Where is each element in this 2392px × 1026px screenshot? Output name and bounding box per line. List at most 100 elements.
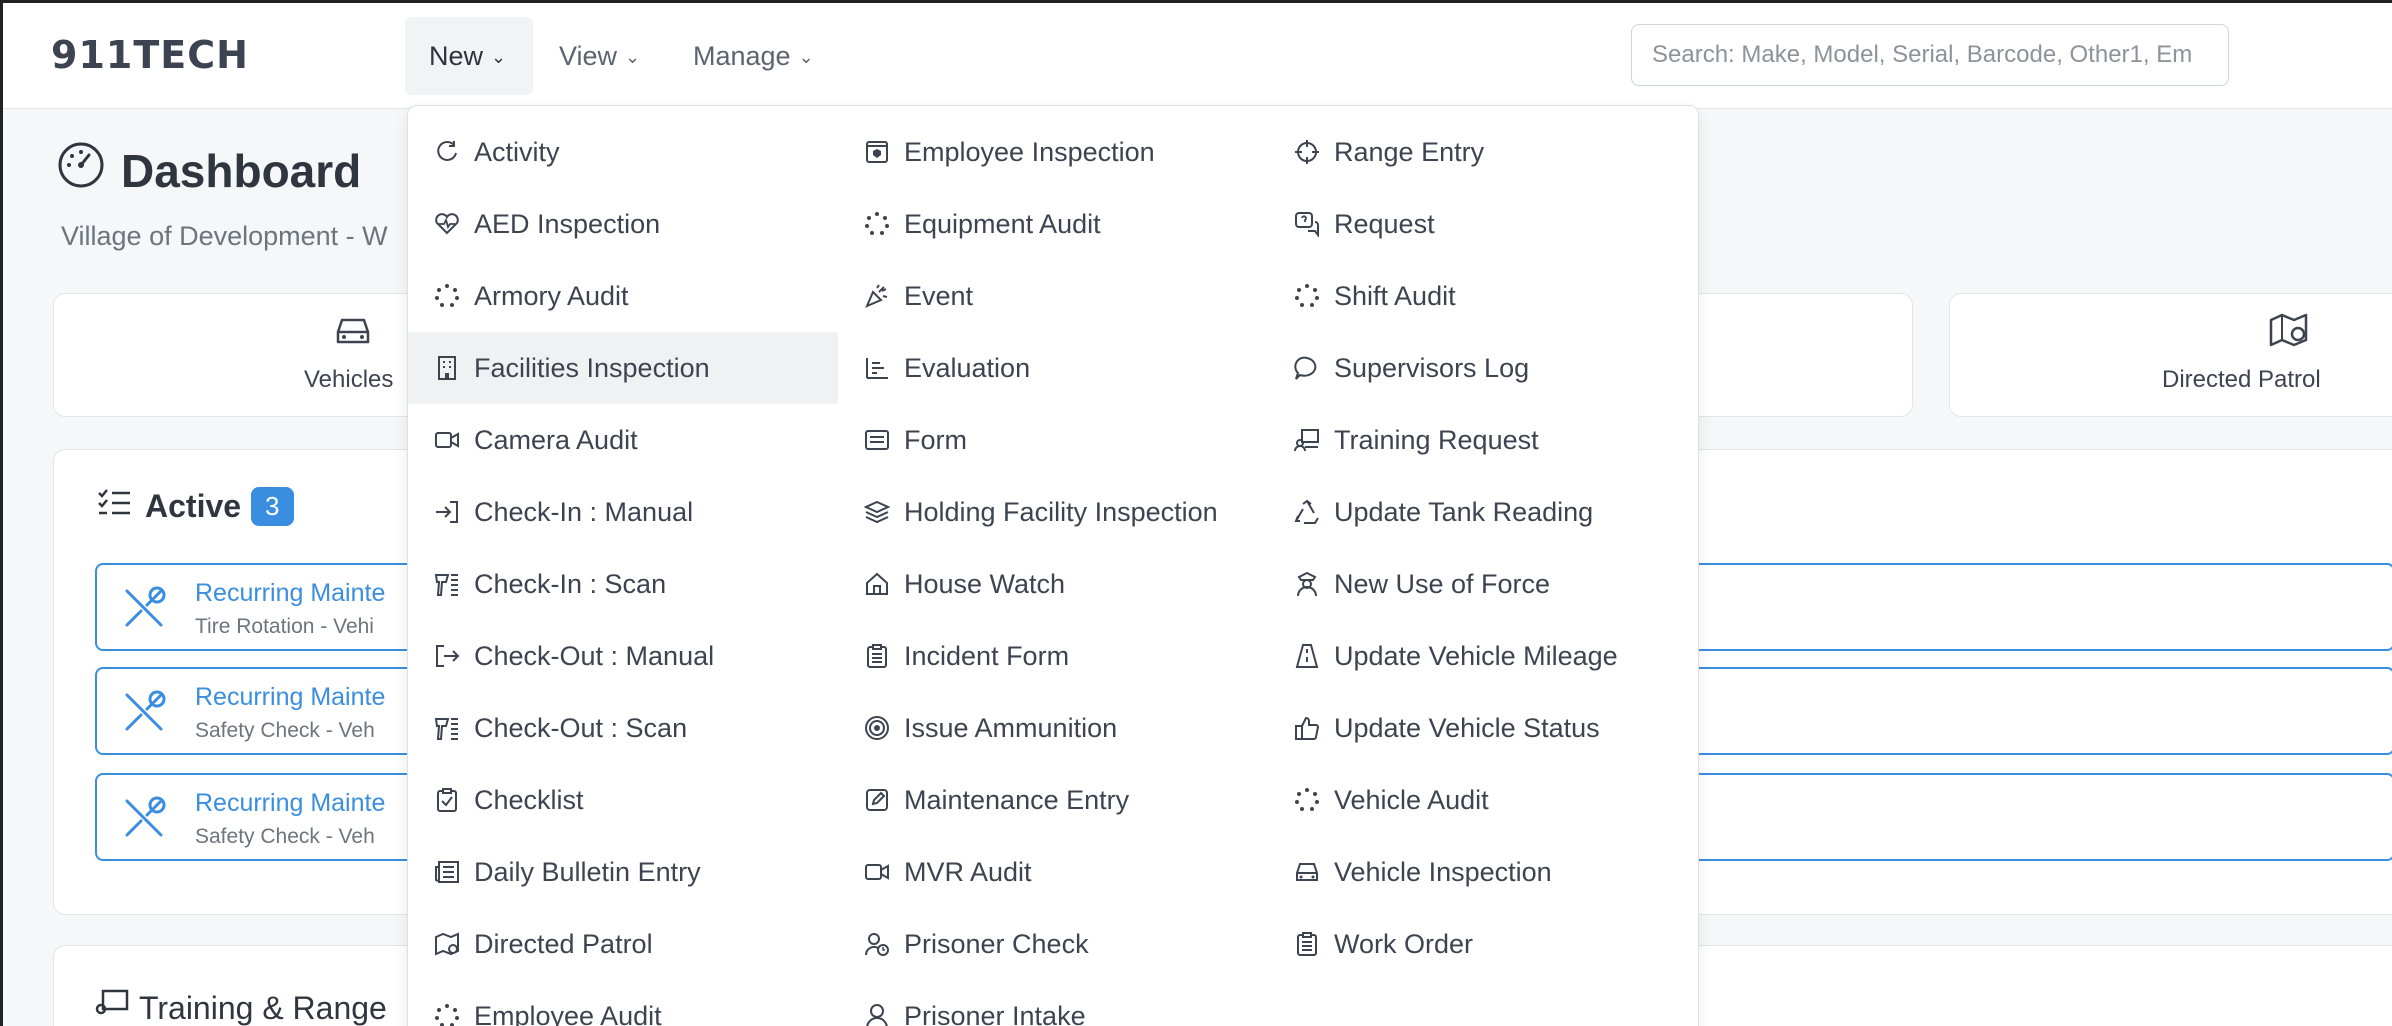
menu-item-label: Request bbox=[1334, 208, 1435, 239]
menu-item-new-use-of-force[interactable]: New Use of Force bbox=[1268, 548, 1698, 620]
menu-item-facilities-inspection[interactable]: Facilities Inspection bbox=[408, 332, 838, 404]
nav-view[interactable]: View ⌄ bbox=[535, 17, 664, 95]
search-input[interactable] bbox=[1631, 24, 2229, 86]
menu-item-directed-patrol[interactable]: Directed Patrol bbox=[408, 908, 838, 980]
tools-icon bbox=[125, 690, 166, 731]
menu-item-work-order[interactable]: Work Order bbox=[1268, 908, 1698, 980]
menu-item-form[interactable]: Form bbox=[838, 404, 1268, 476]
page-title: Dashboard bbox=[57, 141, 361, 200]
menu-item-vehicle-audit[interactable]: Vehicle Audit bbox=[1268, 764, 1698, 836]
nav-manage[interactable]: Manage ⌄ bbox=[669, 17, 838, 95]
menu-item-label: Equipment Audit bbox=[904, 208, 1101, 239]
menu-item-label: New Use of Force bbox=[1334, 568, 1551, 599]
menu-item-update-tank-reading[interactable]: Update Tank Reading bbox=[1268, 476, 1698, 548]
menu-item-label: Shift Audit bbox=[1334, 280, 1456, 311]
menu-item-equipment-audit[interactable]: Equipment Audit bbox=[838, 188, 1268, 260]
menu-item-label: Work Order bbox=[1334, 928, 1474, 959]
menu-item-aed-inspection[interactable]: AED Inspection bbox=[408, 188, 838, 260]
maintenance-detail: Safety Check - Veh bbox=[195, 719, 375, 742]
user-icon bbox=[864, 1003, 890, 1026]
menu-item-label: Event bbox=[904, 280, 974, 311]
menu-item-armory-audit[interactable]: Armory Audit bbox=[408, 260, 838, 332]
training-header: Training & Range bbox=[95, 989, 387, 1026]
menu-item-label: Check-In : Scan bbox=[474, 568, 667, 599]
nav-manage-label: Manage bbox=[693, 40, 791, 71]
menu-item-prisoner-intake[interactable]: Prisoner Intake bbox=[838, 980, 1268, 1026]
menu-item-check-in-manual[interactable]: Check-In : Manual bbox=[408, 476, 838, 548]
menu-item-check-out-scan[interactable]: Check-Out : Scan bbox=[408, 692, 838, 764]
menu-item-checklist[interactable]: Checklist bbox=[408, 764, 838, 836]
chevron-down-icon: ⌄ bbox=[798, 46, 814, 67]
menu-item-label: Directed Patrol bbox=[474, 928, 653, 959]
active-label: Active bbox=[145, 488, 242, 524]
thumbs-up-icon bbox=[1294, 715, 1320, 741]
newspaper-icon bbox=[434, 859, 460, 885]
pencil-square-icon bbox=[864, 787, 890, 813]
quick-link-vehicles-label: Vehicles bbox=[304, 366, 394, 393]
menu-item-employee-inspection[interactable]: Employee Inspection bbox=[838, 116, 1268, 188]
menu-item-label: Employee Audit bbox=[474, 1000, 662, 1026]
menu-item-range-entry[interactable]: Range Entry bbox=[1268, 116, 1698, 188]
menu-item-employee-audit[interactable]: Employee Audit bbox=[408, 980, 838, 1026]
menu-item-event[interactable]: Event bbox=[838, 260, 1268, 332]
menu-item-evaluation[interactable]: Evaluation bbox=[838, 332, 1268, 404]
maintenance-detail: Tire Rotation - Vehi bbox=[195, 615, 374, 638]
dotted-circle-icon bbox=[864, 211, 890, 237]
menu-item-incident-form[interactable]: Incident Form bbox=[838, 620, 1268, 692]
sign-in-icon bbox=[434, 499, 460, 525]
menu-item-house-watch[interactable]: House Watch bbox=[838, 548, 1268, 620]
building-icon bbox=[434, 355, 460, 381]
menu-column: Employee Inspection Equipment Audit Event E… bbox=[838, 116, 1268, 1026]
badge-icon bbox=[864, 139, 890, 165]
quick-link-directed-patrol[interactable]: Directed Patrol bbox=[1949, 293, 2392, 417]
crosshair-icon bbox=[1294, 139, 1320, 165]
barcode-scanner-icon bbox=[434, 715, 460, 741]
nav-new[interactable]: New ⌄ bbox=[405, 17, 533, 95]
menu-item-activity[interactable]: Activity bbox=[408, 116, 838, 188]
stack-icon bbox=[864, 499, 890, 525]
presenter-icon bbox=[95, 989, 129, 1026]
menu-item-label: Check-Out : Manual bbox=[474, 640, 715, 671]
menu-item-update-vehicle-mileage[interactable]: Update Vehicle Mileage bbox=[1268, 620, 1698, 692]
maintenance-detail: Safety Check - Veh bbox=[195, 825, 375, 848]
menu-item-label: Update Tank Reading bbox=[1334, 496, 1594, 527]
app-logo[interactable]: 911TECH bbox=[51, 36, 249, 74]
heart-pulse-icon bbox=[434, 211, 460, 237]
menu-item-prisoner-check[interactable]: Prisoner Check bbox=[838, 908, 1268, 980]
menu-item-label: Armory Audit bbox=[474, 280, 629, 311]
menu-item-request[interactable]: Request bbox=[1268, 188, 1698, 260]
app-window: Dashboard Village of Development - W Veh… bbox=[0, 0, 2392, 1026]
menu-item-label: Camera Audit bbox=[474, 424, 638, 455]
menu-item-issue-ammunition[interactable]: Issue Ammunition bbox=[838, 692, 1268, 764]
maintenance-title: Recurring Mainte bbox=[195, 789, 386, 817]
active-count-badge: 3 bbox=[251, 487, 294, 526]
menu-item-label: Checklist bbox=[474, 784, 584, 815]
menu-item-shift-audit[interactable]: Shift Audit bbox=[1268, 260, 1698, 332]
menu-item-label: Facilities Inspection bbox=[474, 352, 710, 383]
menu-item-camera-audit[interactable]: Camera Audit bbox=[408, 404, 838, 476]
menu-item-label: Update Vehicle Status bbox=[1334, 712, 1600, 743]
menu-item-check-out-manual[interactable]: Check-Out : Manual bbox=[408, 620, 838, 692]
clipboard-list-icon bbox=[864, 643, 890, 669]
menu-item-mvr-audit[interactable]: MVR Audit bbox=[838, 836, 1268, 908]
menu-item-maintenance-entry[interactable]: Maintenance Entry bbox=[838, 764, 1268, 836]
menu-item-update-vehicle-status[interactable]: Update Vehicle Status bbox=[1268, 692, 1698, 764]
menu-item-label: Vehicle Inspection bbox=[1334, 856, 1552, 887]
menu-item-vehicle-inspection[interactable]: Vehicle Inspection bbox=[1268, 836, 1698, 908]
menu-item-label: MVR Audit bbox=[904, 856, 1032, 887]
menu-item-label: Maintenance Entry bbox=[904, 784, 1130, 815]
menu-item-check-in-scan[interactable]: Check-In : Scan bbox=[408, 548, 838, 620]
car-icon bbox=[1294, 859, 1320, 885]
menu-item-training-request[interactable]: Training Request bbox=[1268, 404, 1698, 476]
dotted-circle-icon bbox=[1294, 283, 1320, 309]
training-label: Training & Range bbox=[139, 989, 387, 1026]
menu-item-label: Supervisors Log bbox=[1334, 352, 1530, 383]
menu-item-holding-facility-inspection[interactable]: Holding Facility Inspection bbox=[838, 476, 1268, 548]
menu-item-label: Employee Inspection bbox=[904, 136, 1155, 167]
menu-item-supervisors-log[interactable]: Supervisors Log bbox=[1268, 332, 1698, 404]
tools-icon bbox=[125, 796, 166, 837]
chart-bars-icon bbox=[864, 355, 890, 381]
menu-item-label: Activity bbox=[474, 136, 560, 167]
menu-item-daily-bulletin-entry[interactable]: Daily Bulletin Entry bbox=[408, 836, 838, 908]
menu-item-label: Prisoner Intake bbox=[904, 1000, 1086, 1026]
